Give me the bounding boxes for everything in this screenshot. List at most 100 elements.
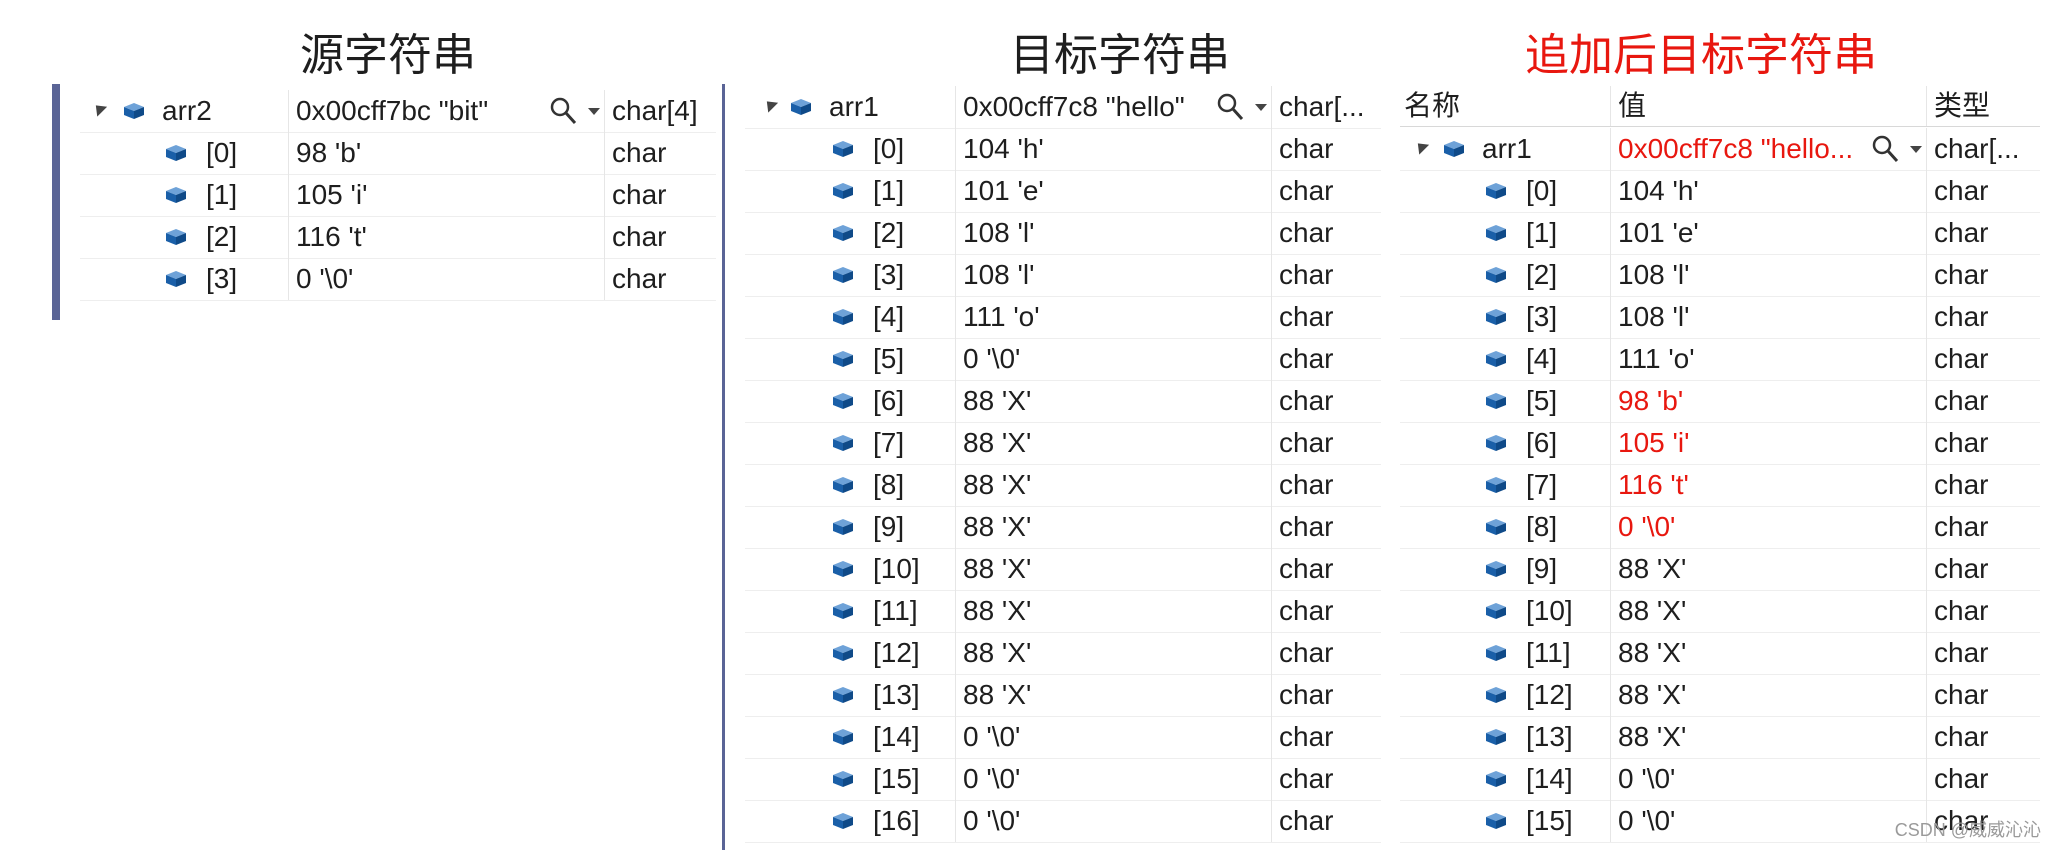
element-index: [11] [1526,637,1571,668]
array-element-row[interactable]: [6] 105 'i' char [1400,422,2040,465]
element-index: [4] [1526,343,1558,374]
element-value: 88 'X' [1618,721,1687,752]
array-element-row[interactable]: [10] 88 'X' char [1400,590,2040,633]
cube-icon [1486,771,1506,787]
array-element-row[interactable]: [7] 88 'X' char [745,422,1381,465]
array-element-row[interactable]: [11] 88 'X' char [1400,632,2040,675]
array-element-row[interactable]: [7] 116 't' char [1400,464,2040,507]
element-index: [9] [873,511,905,542]
column-divider[interactable] [1610,86,1611,126]
array-element-row[interactable]: [14] 0 '\0' char [1400,758,2040,801]
dropdown-arrow-icon[interactable] [588,108,600,115]
column-header: 名称 值 类型 [1400,86,2040,127]
array-element-row[interactable]: [1] 105 'i' char [80,174,716,217]
array-element-row[interactable]: [14] 0 '\0' char [745,716,1381,759]
array-element-row[interactable]: [5] 98 'b' char [1400,380,2040,423]
column-header-name[interactable]: 名称 [1404,86,1460,128]
array-element-row[interactable]: [13] 88 'X' char [1400,716,2040,759]
element-value: 105 'i' [296,179,368,210]
dropdown-arrow-icon[interactable] [1255,104,1267,111]
array-element-row[interactable]: [10] 88 'X' char [745,548,1381,591]
array-element-row[interactable]: [2] 116 't' char [80,216,716,259]
variable-name: arr1 [1482,133,1532,164]
array-element-row[interactable]: [8] 88 'X' char [745,464,1381,507]
array-element-row[interactable]: [4] 111 'o' char [1400,338,2040,381]
array-element-row[interactable]: [15] 0 '\0' char [745,758,1381,801]
column-divider [1926,212,1927,254]
element-index: [8] [873,469,905,500]
element-value: 0 '\0' [296,263,354,294]
element-value: 88 'X' [1618,553,1687,584]
column-divider [288,258,289,300]
column-divider [955,464,956,506]
array-element-row[interactable]: [1] 101 'e' char [745,170,1381,213]
column-divider [604,90,605,132]
column-divider [1610,758,1611,800]
element-type: char [1934,385,1989,416]
element-index: [3] [873,259,905,290]
element-index: [12] [1526,679,1573,710]
element-value: 116 't' [1618,469,1689,500]
array-element-row[interactable]: [9] 88 'X' char [1400,548,2040,591]
array-element-row[interactable]: [16] 0 '\0' char [745,800,1381,843]
expand-arrow-icon[interactable] [761,96,779,113]
array-element-row[interactable]: [6] 88 'X' char [745,380,1381,423]
array-element-row[interactable]: [8] 0 '\0' char [1400,506,2040,549]
element-index: [10] [1526,595,1573,626]
expand-arrow-icon[interactable] [90,100,108,117]
array-element-row[interactable]: [0] 98 'b' char [80,132,716,175]
array-element-row[interactable]: [12] 88 'X' char [1400,674,2040,717]
cube-icon [1486,393,1506,409]
column-header-value[interactable]: 值 [1618,86,1646,128]
column-divider [1610,464,1611,506]
element-index: [13] [873,679,920,710]
magnifier-icon[interactable] [1215,92,1245,122]
array-element-row[interactable]: [4] 111 'o' char [745,296,1381,339]
cube-icon [166,145,186,161]
element-type: char [1279,511,1334,542]
column-header-type[interactable]: 类型 [1934,86,1990,128]
array-element-row[interactable]: [3] 0 '\0' char [80,258,716,301]
cube-icon [1486,225,1506,241]
element-value: 88 'X' [963,679,1032,710]
element-value: 88 'X' [1618,595,1687,626]
element-value: 111 'o' [963,301,1040,332]
column-divider [1610,170,1611,212]
element-index: [5] [873,343,905,374]
column-divider [1271,800,1272,842]
element-index: [0] [206,137,238,168]
panel-separator[interactable] [722,84,725,850]
column-divider [955,674,956,716]
array-element-row[interactable]: [3] 108 'l' char [745,254,1381,297]
dropdown-arrow-icon[interactable] [1910,146,1922,153]
array-element-row[interactable]: [0] 104 'h' char [1400,170,2040,213]
array-element-row[interactable]: [2] 108 'l' char [745,212,1381,255]
root-variable-row[interactable]: arr1 0x00cff7c8 "hello" char[... [745,86,1381,129]
root-variable-row[interactable]: arr1 0x00cff7c8 "hello... char[... [1400,128,2040,171]
column-divider [1610,254,1611,296]
column-divider [955,590,956,632]
array-element-row[interactable]: [9] 88 'X' char [745,506,1381,549]
element-value: 88 'X' [963,427,1032,458]
array-element-row[interactable]: [5] 0 '\0' char [745,338,1381,381]
column-divider [1271,170,1272,212]
cube-icon [1486,729,1506,745]
column-divider [1926,590,1927,632]
array-element-row[interactable]: [2] 108 'l' char [1400,254,2040,297]
element-value: 0 '\0' [963,721,1021,752]
column-divider[interactable] [1926,86,1927,126]
column-divider [1610,380,1611,422]
magnifier-icon[interactable] [1870,134,1900,164]
root-variable-row[interactable]: arr2 0x00cff7bc "bit" char[4] [80,90,716,133]
column-divider [1271,590,1272,632]
element-type: char [1279,217,1334,248]
array-element-row[interactable]: [1] 101 'e' char [1400,212,2040,255]
array-element-row[interactable]: [13] 88 'X' char [745,674,1381,717]
array-element-row[interactable]: [0] 104 'h' char [745,128,1381,171]
expand-arrow-icon[interactable] [1412,138,1430,155]
element-type: char [1279,595,1334,626]
magnifier-icon[interactable] [548,96,578,126]
array-element-row[interactable]: [3] 108 'l' char [1400,296,2040,339]
array-element-row[interactable]: [11] 88 'X' char [745,590,1381,633]
array-element-row[interactable]: [12] 88 'X' char [745,632,1381,675]
